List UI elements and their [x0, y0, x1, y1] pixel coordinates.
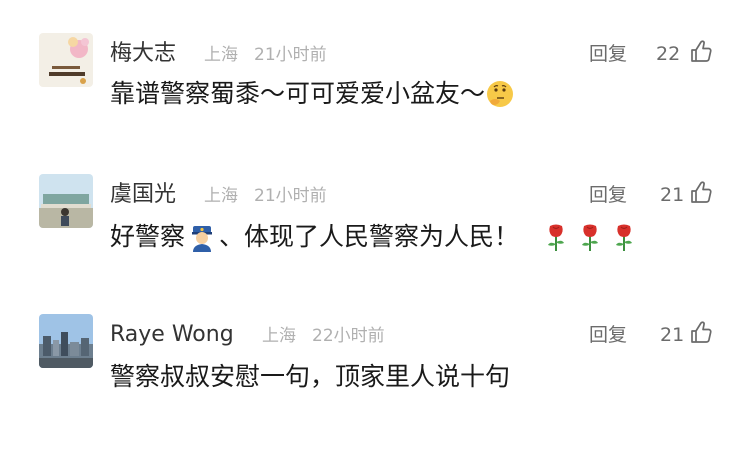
rose-icon	[541, 222, 571, 252]
commenter-name[interactable]: Raye Wong	[110, 322, 234, 348]
thumbs-up-icon[interactable]	[690, 320, 712, 344]
reply-button[interactable]: 回复	[589, 184, 627, 206]
reply-button[interactable]: 回复	[589, 324, 627, 346]
rose-icon	[575, 222, 605, 252]
thumbs-up-icon[interactable]	[690, 180, 712, 204]
rose-icon	[609, 222, 639, 252]
comment-location: 上海	[204, 186, 238, 206]
comment-text: 靠谱警察蜀黍～可可爱爱小盆友～	[110, 79, 515, 109]
comment-time: 22小时前	[312, 326, 385, 346]
comment-text: 好警察 、体现了人民警察为人民！	[110, 222, 639, 252]
like-count: 21	[660, 184, 685, 206]
police-officer-icon	[187, 222, 217, 252]
avatar[interactable]	[39, 33, 93, 87]
commenter-name[interactable]: 虞国光	[110, 182, 176, 208]
thumbs-up-icon[interactable]	[690, 39, 712, 63]
comment-location: 上海	[204, 45, 238, 65]
comment-text-content: 、体现了人民警察为人民！	[219, 222, 520, 251]
comment-time: 21小时前	[254, 45, 327, 65]
comment-location: 上海	[262, 326, 296, 346]
reply-button[interactable]: 回复	[589, 43, 627, 65]
like-count: 21	[660, 324, 685, 346]
commenter-name[interactable]: 梅大志	[110, 41, 176, 67]
comment-text-content: 好警察	[110, 222, 186, 251]
comment-text-content: 靠谱警察蜀黍～可可爱爱小盆友～	[110, 79, 486, 108]
comment-text: 警察叔叔安慰一句，顶家里人说十句	[110, 362, 510, 392]
comment-item: 梅大志 上海 21小时前 回复 22 靠谱警察蜀黍～可可爱爱小盆友～	[0, 33, 750, 173]
comment-text-content: 警察叔叔安慰一句，顶家里人说十句	[110, 362, 511, 391]
comment-item: 虞国光 上海 21小时前 回复 21 好警察 、体现了人民警察为人民！	[0, 174, 750, 314]
comment-item: Raye Wong 上海 22小时前 回复 21 警察叔叔安慰一句，顶家里人说十…	[0, 314, 750, 454]
avatar[interactable]	[39, 314, 93, 368]
like-count: 22	[656, 43, 681, 65]
comment-time: 21小时前	[254, 186, 327, 206]
thinking-face-icon	[485, 79, 515, 109]
avatar[interactable]	[39, 174, 93, 228]
